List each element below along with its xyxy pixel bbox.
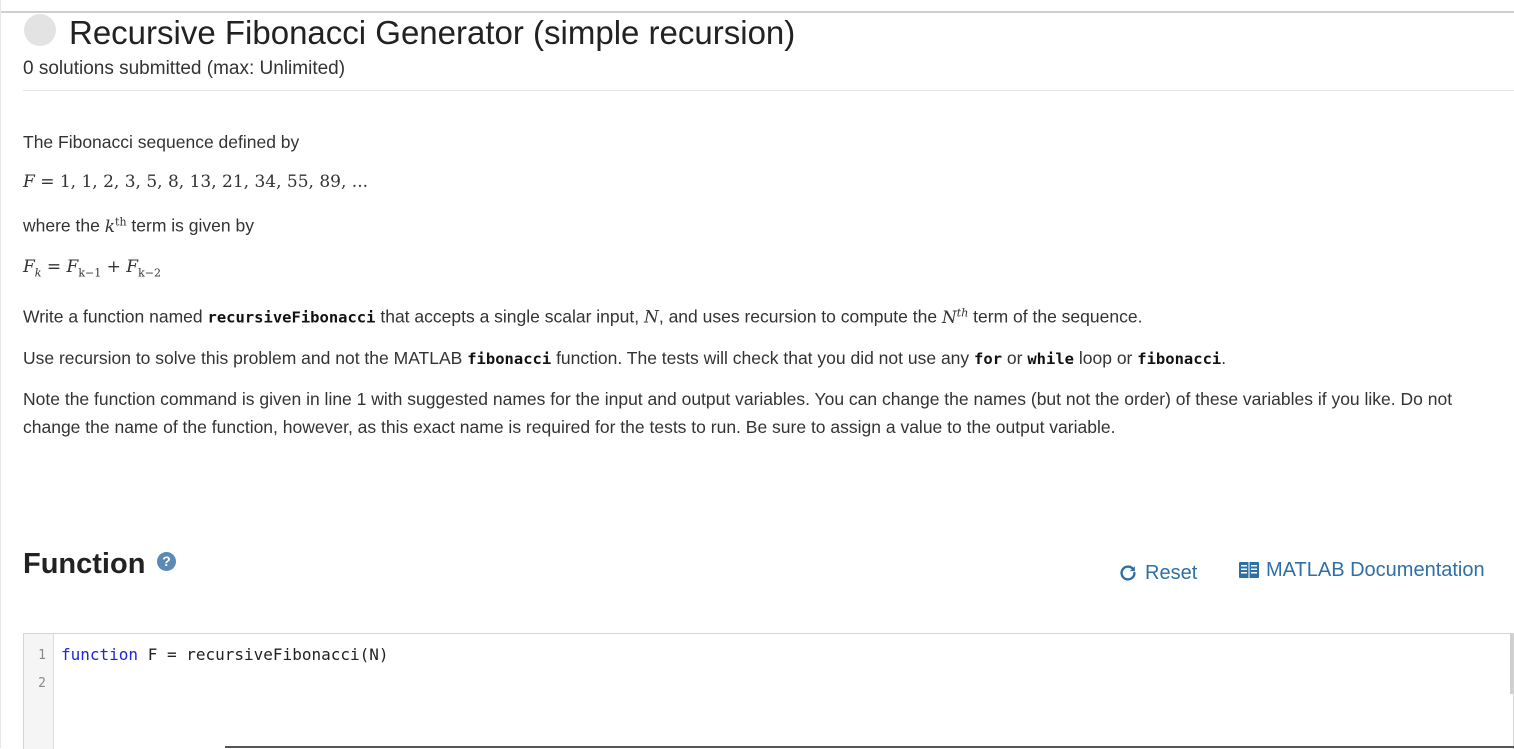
p4-e: . (1221, 347, 1227, 368)
rec-eq: = (41, 256, 67, 277)
sequence-lhs: F (23, 172, 35, 192)
rec-f3: F (126, 256, 139, 277)
instruction-paragraph-1: Write a function named recursiveFibonacc… (23, 299, 1463, 332)
line-number: 1 (38, 648, 46, 663)
question-circle-icon[interactable]: ? (157, 552, 176, 571)
p4-d: loop or (1074, 347, 1138, 368)
p4-b: function. The tests will check that you … (551, 347, 975, 368)
kth-before: where the (23, 215, 105, 236)
instruction-paragraph-2: Use recursion to solve this problem and … (23, 344, 1463, 373)
line-number: 2 (38, 676, 46, 691)
p3-c: , and uses recursion to compute the (658, 306, 942, 327)
sequence-rhs: = 1, 1, 2, 3, 5, 8, 13, 21, 34, 55, 89, … (40, 172, 369, 192)
p3-nth-n: N (941, 307, 957, 328)
solutions-submitted-text: 0 solutions submitted (max: Unlimited) (23, 58, 346, 79)
function-keyword: function (61, 645, 139, 664)
header-divider (23, 90, 1514, 91)
recurrence-equation: Fk = Fk−1 + Fk−2 (23, 253, 1463, 287)
kth-after: term is given by (126, 215, 254, 236)
problem-title: Recursive Fibonacci Generator (simple re… (69, 14, 796, 51)
p3-b: that accepts a single scalar input, (375, 306, 644, 327)
book-icon (1239, 562, 1259, 578)
while-code: while (1027, 349, 1075, 368)
p3-n: N (643, 307, 659, 328)
p4-c: or (1002, 347, 1028, 368)
rec-km2: k−2 (138, 266, 161, 280)
code-line-1[interactable]: function F = recursiveFibonacci(N) (61, 645, 389, 664)
p3-d: term of the sequence. (968, 306, 1143, 327)
rec-f2: F (66, 256, 79, 277)
sequence-equation: F = 1, 1, 2, 3, 5, 8, 13, 21, 34, 55, 89… (23, 168, 1463, 196)
rec-f: F (23, 256, 35, 277)
problem-description: The Fibonacci sequence defined by F = 1,… (23, 128, 1463, 441)
reset-label: Reset (1145, 561, 1198, 584)
function-signature: F = recursiveFibonacci(N) (138, 645, 389, 664)
code-editor[interactable]: 1 2 function F = recursiveFibonacci(N) (23, 633, 1514, 749)
rec-plus: + (101, 256, 127, 277)
function-name-code: recursiveFibonacci (207, 308, 376, 327)
function-section-title: Function (23, 548, 146, 580)
editor-scrollbar[interactable] (1510, 634, 1513, 694)
kth-k: k (104, 216, 116, 237)
reset-button[interactable]: Reset (1117, 560, 1197, 586)
solution-status-icon (24, 14, 56, 46)
description-intro: The Fibonacci sequence defined by (23, 132, 300, 152)
p3-nth-sup: th (956, 306, 969, 320)
p3-a: Write a function named (23, 306, 208, 327)
editor-gutter: 1 2 (24, 634, 54, 749)
left-border (0, 0, 1, 748)
top-border (0, 0, 1514, 13)
kth-sup: th (115, 215, 127, 228)
instruction-paragraph-3: Note the function command is given in li… (23, 388, 1453, 437)
rec-km1: k−1 (78, 266, 102, 280)
kth-term-text: where the kth term is given by (23, 208, 1463, 241)
fibonacci-code: fibonacci (467, 349, 552, 368)
matlab-documentation-link[interactable]: MATLAB Documentation (1238, 557, 1485, 583)
refresh-icon (1120, 565, 1136, 581)
for-code: for (974, 349, 1003, 368)
matlab-documentation-label: MATLAB Documentation (1266, 558, 1485, 581)
fibonacci-code-2: fibonacci (1137, 349, 1222, 368)
p4-a: Use recursion to solve this problem and … (23, 347, 468, 368)
